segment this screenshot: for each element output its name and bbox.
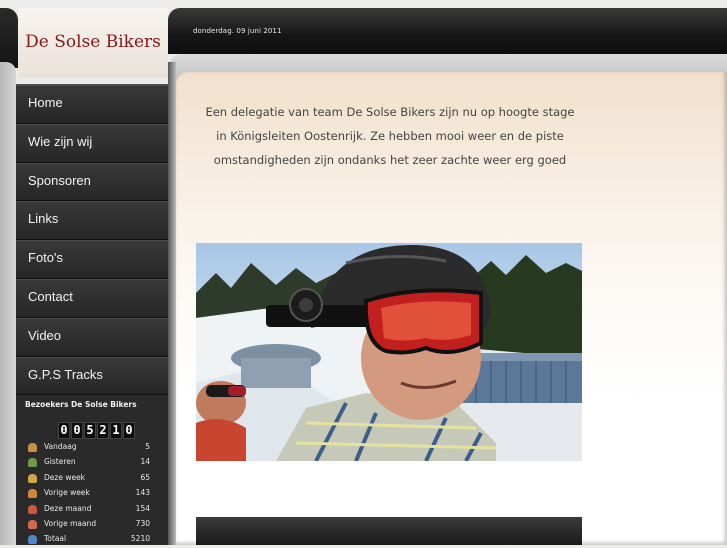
stat-row-totaal: Totaal 5210 bbox=[28, 534, 150, 548]
intro-line: in Königsleiten Oostenrijk. Ze hebben mo… bbox=[216, 129, 564, 143]
second-photo[interactable] bbox=[196, 517, 582, 545]
stat-label: Deze maand bbox=[44, 504, 92, 513]
counter-digit: 0 bbox=[58, 422, 70, 439]
nav-item-wie-zijn-wij[interactable]: Wie zijn wij bbox=[16, 123, 168, 163]
counter-digit: 0 bbox=[71, 422, 83, 439]
chart-icon bbox=[28, 535, 37, 544]
stat-row-deze-week: Deze week 65 bbox=[28, 473, 150, 487]
stat-label: Deze week bbox=[44, 473, 86, 482]
visitor-icon bbox=[28, 474, 37, 483]
stat-value: 154 bbox=[135, 504, 150, 513]
stat-value: 730 bbox=[135, 519, 150, 528]
stat-row-vandaag: Vandaag 5 bbox=[28, 442, 150, 456]
skier-photo-illustration bbox=[196, 244, 582, 461]
visitor-icon bbox=[28, 443, 37, 452]
nav-item-sponsoren[interactable]: Sponsoren bbox=[16, 162, 168, 202]
left-frame-edge bbox=[0, 62, 16, 545]
visitor-icon bbox=[28, 458, 37, 467]
stat-value: 65 bbox=[140, 473, 150, 482]
counter-digit: 0 bbox=[123, 422, 135, 439]
stat-label: Vandaag bbox=[44, 442, 77, 451]
nav-item-fotos[interactable]: Foto's bbox=[16, 240, 168, 279]
intro-text: Een delegatie van team De Solse Bikers z… bbox=[200, 100, 580, 172]
stat-value: 5 bbox=[145, 442, 150, 451]
stat-label: Totaal bbox=[44, 534, 67, 543]
header-left-edge bbox=[0, 8, 18, 68]
stat-label: Vorige week bbox=[44, 488, 90, 497]
visitor-stats: Bezoekers De Solse Bikers 0 0 5 2 1 0 Va… bbox=[16, 395, 168, 545]
visitor-icon bbox=[28, 505, 37, 514]
nav-item-links[interactable]: Links bbox=[16, 201, 168, 241]
intro-line: Een delegatie van team De Solse Bikers z… bbox=[205, 105, 575, 119]
counter-digit: 5 bbox=[84, 422, 96, 439]
counter-digit: 1 bbox=[110, 422, 122, 439]
nav-item-home[interactable]: Home bbox=[16, 85, 168, 124]
nav-rail bbox=[168, 62, 176, 545]
visitor-counter: 0 0 5 2 1 0 bbox=[58, 422, 135, 439]
nav-item-gps-tracks[interactable]: G.P.S Tracks bbox=[16, 356, 168, 396]
stat-row-vorige-maand: Vorige maand 730 bbox=[28, 519, 150, 533]
nav-item-contact[interactable]: Contact bbox=[16, 278, 168, 318]
site-logo-text: De Solse Bikers bbox=[25, 32, 161, 52]
counter-digit: 2 bbox=[97, 422, 109, 439]
skier-photo[interactable] bbox=[196, 243, 582, 461]
header-date: donderdag. 09 juni 2011 bbox=[193, 27, 282, 35]
stat-row-gisteren: Gisteren 14 bbox=[28, 457, 150, 471]
site-logo[interactable]: De Solse Bikers bbox=[18, 8, 168, 78]
stat-label: Vorige maand bbox=[44, 519, 97, 528]
stat-row-deze-maand: Deze maand 154 bbox=[28, 504, 150, 518]
visitor-icon bbox=[28, 489, 37, 498]
visitor-icon bbox=[28, 520, 37, 529]
visitor-stats-title: Bezoekers De Solse Bikers bbox=[25, 400, 137, 409]
nav-item-video[interactable]: Video bbox=[16, 317, 168, 357]
intro-line: omstandigheden zijn ondanks het zeer zac… bbox=[213, 153, 567, 167]
stat-label: Gisteren bbox=[44, 457, 76, 466]
main-nav: Home Wie zijn wij Sponsoren Links Foto's… bbox=[16, 84, 168, 396]
stat-value: 14 bbox=[140, 457, 150, 466]
stat-row-vorige-week: Vorige week 143 bbox=[28, 488, 150, 502]
stat-value: 143 bbox=[135, 488, 150, 497]
stat-value: 5210 bbox=[130, 534, 150, 543]
